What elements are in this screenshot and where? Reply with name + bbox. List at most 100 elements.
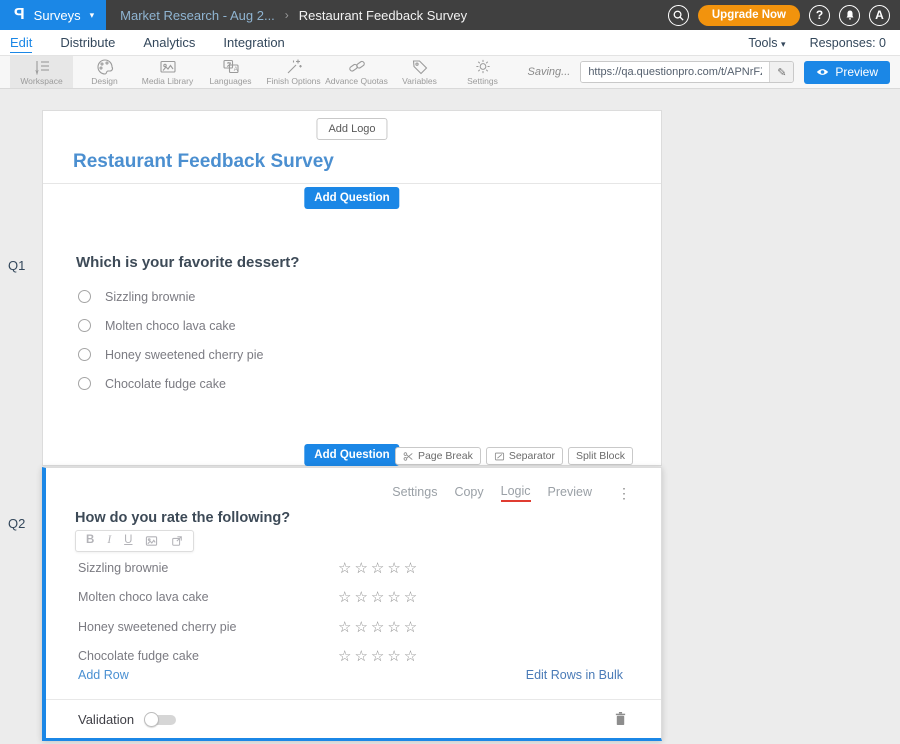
bell-icon bbox=[844, 9, 856, 21]
radio-button[interactable] bbox=[78, 348, 91, 361]
toolbar-item-variables[interactable]: Variables bbox=[388, 56, 451, 88]
row-label[interactable]: Molten choco lava cake bbox=[78, 590, 209, 604]
q1-option[interactable]: Sizzling brownie bbox=[78, 282, 263, 311]
add-row-link[interactable]: Add Row bbox=[78, 668, 129, 682]
split-block-button[interactable]: Split Block bbox=[568, 447, 633, 465]
block-tool-label: Separator bbox=[509, 450, 555, 462]
star-rating[interactable]: ☆☆☆☆☆ bbox=[338, 618, 420, 636]
page-break-button[interactable]: Page Break bbox=[395, 447, 481, 465]
q2-question-text[interactable]: How do you rate the following? bbox=[75, 510, 290, 526]
edit-url-button[interactable]: ✎ bbox=[769, 62, 793, 82]
search-button[interactable] bbox=[668, 5, 689, 26]
toolbar-item-settings[interactable]: Settings bbox=[451, 56, 514, 88]
toolbar-label: Design bbox=[91, 76, 117, 86]
topbar-actions: Upgrade Now ? A bbox=[668, 5, 900, 26]
survey-url-input[interactable] bbox=[581, 62, 769, 82]
row-label[interactable]: Honey sweetened cherry pie bbox=[78, 620, 236, 634]
toolbar-label: Workspace bbox=[20, 76, 62, 86]
palette-icon bbox=[96, 58, 114, 75]
help-button[interactable]: ? bbox=[809, 5, 830, 26]
star-rating[interactable]: ☆☆☆☆☆ bbox=[338, 647, 420, 665]
italic-button[interactable]: I bbox=[107, 535, 111, 547]
q2-settings-button[interactable]: Settings bbox=[392, 485, 437, 501]
add-logo-button[interactable]: Add Logo bbox=[316, 118, 387, 140]
editor-toolbar: Workspace Design Media Library A Languag… bbox=[0, 56, 900, 89]
help-icon: ? bbox=[816, 8, 823, 22]
survey-header-block: Add Logo Restaurant Feedback Survey Add … bbox=[42, 110, 662, 466]
tab-integration[interactable]: Integration bbox=[223, 33, 284, 52]
bold-button[interactable]: B bbox=[86, 535, 94, 547]
workspace-icon bbox=[33, 58, 51, 75]
row-label[interactable]: Sizzling brownie bbox=[78, 561, 168, 575]
image-icon bbox=[145, 535, 158, 547]
separator-button[interactable]: Separator bbox=[486, 447, 563, 465]
kebab-menu-icon[interactable]: ⋮ bbox=[617, 486, 631, 500]
top-navbar: P Surveys ▾ Market Research - Aug 2... ›… bbox=[0, 0, 900, 30]
avatar-initial: A bbox=[875, 8, 884, 22]
delete-question-button[interactable] bbox=[614, 711, 627, 731]
insert-link-button[interactable] bbox=[171, 535, 183, 547]
breadcrumb-parent[interactable]: Market Research - Aug 2... bbox=[120, 8, 275, 23]
tab-edit[interactable]: Edit bbox=[10, 33, 32, 53]
preview-button[interactable]: Preview bbox=[804, 61, 890, 84]
tag-icon bbox=[411, 58, 429, 75]
radio-button[interactable] bbox=[78, 377, 91, 390]
tab-distribute[interactable]: Distribute bbox=[60, 33, 115, 52]
divider bbox=[43, 183, 661, 184]
underline-button[interactable]: U bbox=[124, 535, 132, 547]
radio-button[interactable] bbox=[78, 319, 91, 332]
validation-toggle[interactable] bbox=[144, 712, 177, 727]
q1-question-text[interactable]: Which is your favorite dessert? bbox=[76, 254, 299, 271]
row-label[interactable]: Chocolate fudge cake bbox=[78, 649, 199, 663]
survey-title[interactable]: Restaurant Feedback Survey bbox=[73, 151, 334, 173]
eye-icon bbox=[816, 67, 829, 77]
responses-count[interactable]: Responses: 0 bbox=[810, 36, 886, 50]
toolbar-item-finish-options[interactable]: Finish Options bbox=[262, 56, 325, 88]
avatar[interactable]: A bbox=[869, 5, 890, 26]
toolbar-item-workspace[interactable]: Workspace bbox=[10, 56, 73, 88]
tools-dropdown[interactable]: Tools ▾ bbox=[748, 36, 785, 50]
chevron-down-icon: ▾ bbox=[781, 39, 786, 49]
scissors-icon bbox=[403, 451, 414, 462]
block-tool-label: Page Break bbox=[418, 450, 473, 462]
q2-copy-button[interactable]: Copy bbox=[454, 485, 483, 501]
upgrade-now-button[interactable]: Upgrade Now bbox=[698, 5, 800, 26]
validation-label: Validation bbox=[78, 712, 134, 727]
toolbar-item-advance-quotas[interactable]: Advance Quotas bbox=[325, 56, 388, 88]
q2-logic-button[interactable]: Logic bbox=[501, 484, 531, 502]
tab-analytics[interactable]: Analytics bbox=[143, 33, 195, 52]
block-tools: Page Break Separator Split Block bbox=[395, 447, 633, 465]
q1-option[interactable]: Chocolate fudge cake bbox=[78, 369, 263, 398]
external-link-icon bbox=[171, 535, 183, 547]
survey-canvas: Q1 Q2 Add Logo Restaurant Feedback Surve… bbox=[0, 89, 900, 744]
add-question-button-top[interactable]: Add Question bbox=[304, 187, 399, 209]
add-question-button-bottom[interactable]: Add Question bbox=[304, 444, 399, 466]
q2-preview-button[interactable]: Preview bbox=[548, 485, 592, 501]
ribbon-right: Saving... ✎ Preview bbox=[528, 56, 900, 88]
breadcrumb: Market Research - Aug 2... › Restaurant … bbox=[120, 8, 467, 23]
insert-image-button[interactable] bbox=[145, 535, 158, 547]
star-rating[interactable]: ☆☆☆☆☆ bbox=[338, 559, 420, 577]
toolbar-label: Languages bbox=[209, 76, 251, 86]
tools-label: Tools bbox=[748, 36, 777, 50]
toolbar-label: Variables bbox=[402, 76, 437, 86]
q1-option[interactable]: Molten choco lava cake bbox=[78, 311, 263, 340]
edit-rows-in-bulk-link[interactable]: Edit Rows in Bulk bbox=[526, 668, 623, 682]
breadcrumb-current: Restaurant Feedback Survey bbox=[299, 8, 467, 23]
q1-options: Sizzling brownie Molten choco lava cake … bbox=[78, 282, 263, 398]
preview-label: Preview bbox=[835, 65, 878, 79]
toolbar-item-design[interactable]: Design bbox=[73, 56, 136, 88]
languages-icon: A bbox=[222, 58, 240, 75]
toolbar-item-media-library[interactable]: Media Library bbox=[136, 56, 199, 88]
toolbar-item-languages[interactable]: A Languages bbox=[199, 56, 262, 88]
q2-question-block[interactable]: Settings Copy Logic Preview ⋮ How do you… bbox=[42, 467, 662, 741]
search-icon bbox=[672, 9, 685, 22]
survey-url-box: ✎ bbox=[580, 61, 794, 83]
radio-button[interactable] bbox=[78, 290, 91, 303]
rating-row: Molten choco lava cake ☆☆☆☆☆ bbox=[78, 583, 631, 613]
surveys-menu[interactable]: P Surveys ▾ bbox=[0, 0, 106, 30]
toolbar-label: Advance Quotas bbox=[325, 76, 388, 86]
notifications-button[interactable] bbox=[839, 5, 860, 26]
star-rating[interactable]: ☆☆☆☆☆ bbox=[338, 588, 420, 606]
q1-option[interactable]: Honey sweetened cherry pie bbox=[78, 340, 263, 369]
